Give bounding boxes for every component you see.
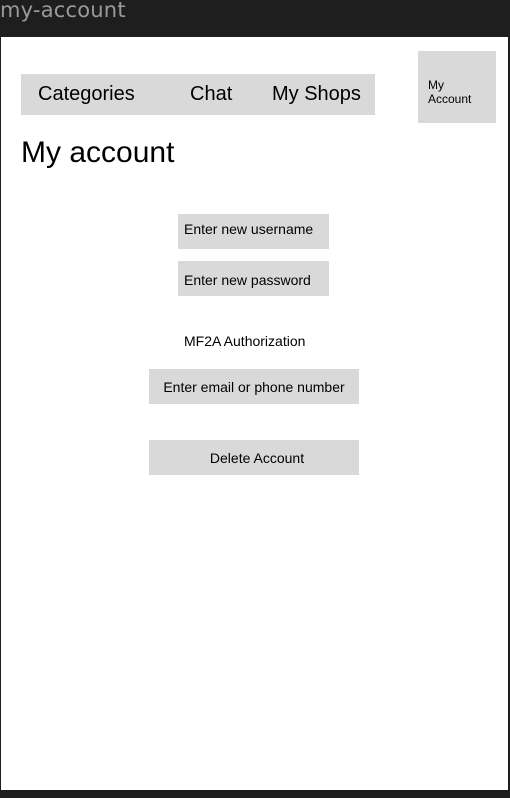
my-account-button-label-line1: My (428, 78, 444, 92)
app-frame: Categories Chat My Shops My Account My a… (1, 37, 508, 790)
top-nav-bar: Categories Chat My Shops (21, 74, 375, 115)
email-or-phone-field[interactable]: Enter email or phone number (149, 369, 359, 404)
new-password-field[interactable]: Enter new password (178, 261, 329, 296)
page-title: My account (21, 136, 175, 169)
frame-title: my-account (0, 0, 126, 22)
delete-account-button[interactable]: Delete Account (149, 440, 359, 475)
my-account-button[interactable]: My Account (418, 51, 496, 123)
new-username-field[interactable]: Enter new username (178, 214, 329, 249)
nav-item-categories[interactable]: Categories (38, 74, 135, 115)
nav-item-my-shops[interactable]: My Shops (272, 74, 361, 115)
nav-item-chat[interactable]: Chat (190, 74, 232, 115)
my-account-button-label-line2: Account (428, 92, 472, 106)
mf2a-authorization-label: MF2A Authorization (184, 333, 306, 349)
